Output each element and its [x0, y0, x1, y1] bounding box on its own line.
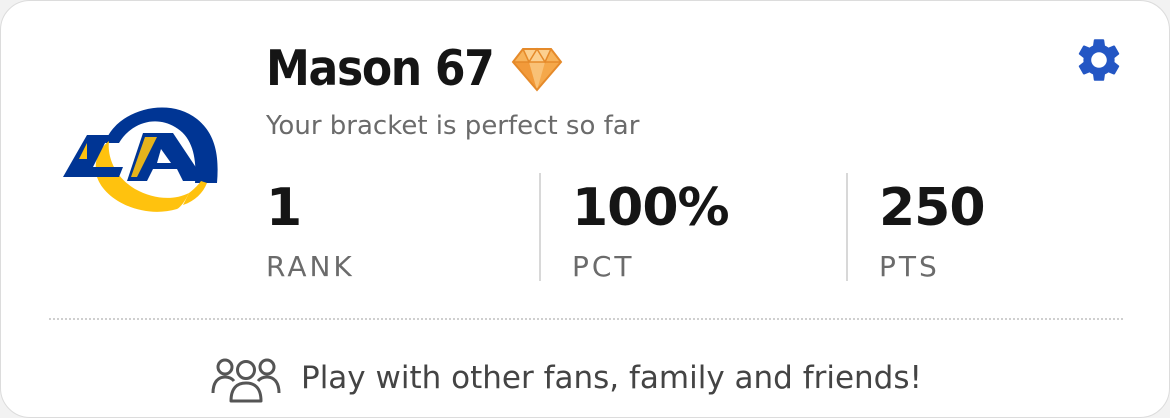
stat-divider: [846, 173, 848, 281]
team-logo: [63, 107, 218, 212]
bracket-status-text: Your bracket is perfect so far: [266, 111, 640, 141]
stat-divider: [539, 173, 541, 281]
people-group-icon: [211, 358, 281, 403]
title-row: Mason 67: [266, 35, 563, 101]
stat-pct-label: PCT: [572, 250, 635, 283]
stat-rank: 1 RANK: [266, 177, 355, 287]
section-divider: [49, 318, 1123, 320]
bracket-summary-card: Mason 67 Your bracket is perfect so far …: [0, 0, 1170, 418]
stat-rank-value: 1: [266, 178, 302, 238]
invite-friends-text: Play with other fans, family and friends…: [301, 360, 922, 396]
stat-pct: 100% PCT: [572, 177, 730, 287]
stat-pct-value: 100%: [572, 178, 730, 238]
gear-icon[interactable]: [1073, 34, 1125, 86]
stat-rank-label: RANK: [266, 250, 355, 283]
diamond-gem-icon: [511, 47, 563, 92]
stat-pts-label: PTS: [879, 250, 940, 283]
invite-friends-link[interactable]: Play with other fans, family and friends…: [211, 353, 922, 403]
stat-pts-value: 250: [879, 178, 986, 238]
username: Mason 67: [266, 39, 495, 97]
stat-pts: 250 PTS: [879, 177, 986, 287]
